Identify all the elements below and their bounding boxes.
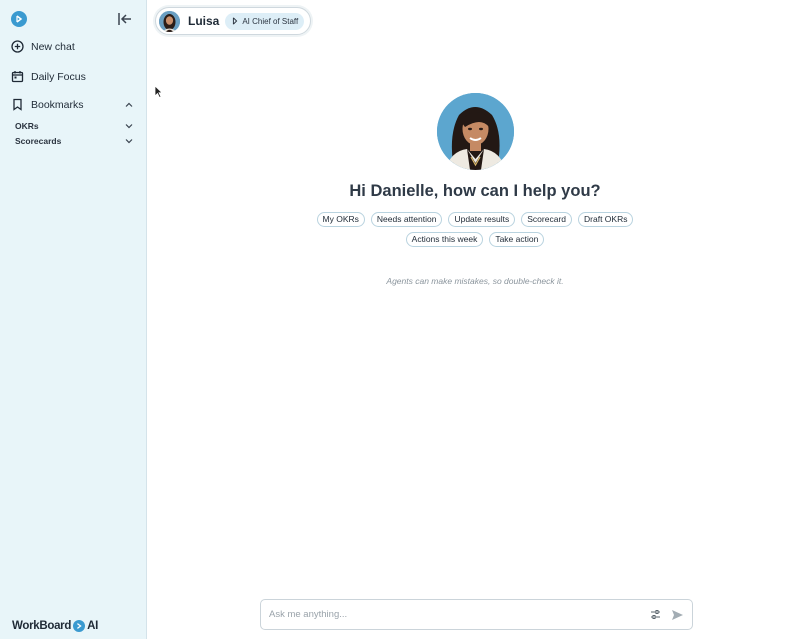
sidebar: New chat Daily Focus Bookmarks OKRs Scor… xyxy=(0,0,147,639)
suggestion-chip-update-results[interactable]: Update results xyxy=(448,212,516,227)
suggestion-chip-my-okrs[interactable]: My OKRs xyxy=(316,212,365,227)
bookmark-folder-label: Scorecards xyxy=(15,136,62,146)
new-chat-label: New chat xyxy=(31,40,75,53)
agent-role-label: AI Chief of Staff xyxy=(242,16,299,26)
brand-name: WorkBoard xyxy=(12,620,72,632)
brand-suffix: AI xyxy=(87,620,98,632)
bookmarks-label: Bookmarks xyxy=(31,98,84,111)
workboard-mark-icon xyxy=(73,620,86,632)
agent-name: Luisa xyxy=(188,14,220,28)
suggestion-chips-row-1: My OKRs Needs attention Update results S… xyxy=(300,212,650,227)
suggestion-chips-row-2: Actions this week Take action xyxy=(300,232,650,247)
bookmark-folder-scorecards[interactable]: Scorecards xyxy=(15,136,134,146)
chevron-down-icon xyxy=(125,124,133,129)
daily-focus-button[interactable]: Daily Focus xyxy=(11,70,136,83)
chevron-up-icon xyxy=(125,102,133,107)
workboard-logo-icon[interactable] xyxy=(11,11,27,27)
mouse-cursor-icon xyxy=(154,85,163,98)
agent-role-badge: AI Chief of Staff xyxy=(225,12,305,30)
bookmark-folder-label: OKRs xyxy=(15,121,39,131)
send-icon[interactable] xyxy=(671,609,684,621)
bookmark-icon xyxy=(13,98,22,111)
agent-avatar xyxy=(159,10,180,32)
suggestion-chip-take-action[interactable]: Take action xyxy=(489,232,545,247)
chat-composer xyxy=(260,599,693,630)
chevron-down-icon xyxy=(125,139,133,144)
workboard-ai-brand: WorkBoard AI xyxy=(12,620,98,632)
settings-sliders-icon[interactable] xyxy=(650,609,661,620)
collapse-sidebar-icon[interactable] xyxy=(116,10,134,28)
daily-focus-label: Daily Focus xyxy=(31,70,86,83)
suggestion-chip-scorecard[interactable]: Scorecard xyxy=(521,212,573,227)
new-chat-button[interactable]: New chat xyxy=(11,40,136,53)
suggestion-chip-actions-this-week[interactable]: Actions this week xyxy=(405,232,484,247)
sparkle-icon xyxy=(233,17,238,25)
bookmark-folder-okrs[interactable]: OKRs xyxy=(15,121,134,131)
greeting-heading: Hi Danielle, how can I help you? xyxy=(349,182,601,200)
disclaimer-text: Agents can make mistakes, so double-chec… xyxy=(386,276,564,286)
calendar-icon xyxy=(11,71,24,83)
chat-input[interactable] xyxy=(269,609,650,620)
composer-tools xyxy=(650,609,684,621)
suggestion-chip-needs-attention[interactable]: Needs attention xyxy=(370,212,443,227)
agent-selector[interactable]: Luisa AI Chief of Staff xyxy=(155,7,312,35)
agent-hero-avatar xyxy=(437,93,514,170)
plus-circle-icon xyxy=(11,40,24,53)
bookmarks-toggle[interactable]: Bookmarks xyxy=(11,98,136,111)
suggestion-chip-draft-okrs[interactable]: Draft OKRs xyxy=(578,212,634,227)
